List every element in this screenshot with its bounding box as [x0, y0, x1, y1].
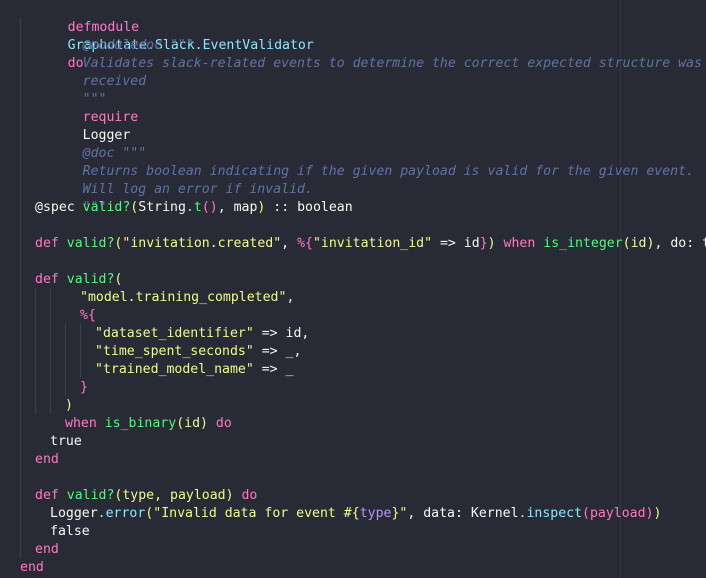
code-bracket: (id) [176, 416, 208, 431]
code-line: @doc """ [35, 127, 147, 161]
code-line: received [35, 55, 147, 89]
code-line: """ [35, 73, 107, 107]
code-line: Validates slack-related events to determ… [35, 37, 702, 71]
code-line: true [50, 433, 82, 451]
code-function: inspect [526, 506, 583, 521]
code-line: ) [65, 397, 73, 415]
code-keyword: end [35, 542, 59, 557]
code-text: => _ [253, 362, 294, 377]
code-line: def valid?(type, payload) do [35, 487, 257, 505]
code-line: """ [35, 181, 107, 215]
code-editor[interactable]: defmodule Graphotate.Slack.EventValidato… [0, 0, 706, 578]
code-text: , [286, 290, 295, 305]
code-keyword: do [241, 488, 258, 503]
code-line: "model.training_completed", [80, 289, 294, 307]
code-function: valid? [66, 488, 115, 503]
code-text: , do: true [654, 236, 706, 251]
code-bracket: () [201, 200, 218, 215]
code-line: } [80, 379, 88, 397]
code-string: "time_spent_seconds" [95, 344, 254, 359]
code-line: def valid?("invitation.created", %{"invi… [35, 235, 706, 253]
code-text: , [281, 236, 298, 251]
code-doc: Will log an error if invalid. [82, 182, 313, 197]
code-string: "dataset_identifier" [95, 326, 254, 341]
code-bracket: ) [653, 506, 662, 521]
code-text: => id [432, 236, 480, 251]
code-function: is_binary [104, 416, 177, 431]
code-text: => _, [253, 344, 302, 359]
code-bracket: (id) [622, 236, 655, 251]
code-literal: false [50, 524, 90, 539]
code-function: is_integer [543, 236, 623, 251]
code-function: t [193, 200, 202, 215]
code-string: "Invalid data for event #{ [153, 506, 360, 521]
code-line: end [35, 451, 59, 469]
code-keyword: require [82, 110, 139, 125]
code-function: valid? [66, 272, 115, 287]
code-doc: Validates slack-related events to determ… [82, 56, 702, 71]
code-bracket: ) [65, 398, 73, 413]
code-line: def valid?( [35, 271, 122, 289]
code-module-name: String [138, 200, 186, 215]
code-text: , map [217, 200, 258, 215]
code-function: valid? [66, 236, 115, 251]
code-line: when is_binary(id) do [65, 415, 232, 433]
code-interpolation: type [359, 506, 392, 521]
code-line: false [50, 523, 90, 541]
code-line: "time_spent_seconds" => _, [95, 343, 301, 361]
code-bracket: ( [114, 272, 123, 287]
code-attribute: @spec [35, 200, 75, 215]
code-string: "model.training_completed" [80, 290, 287, 305]
code-bracket: (type, payload) [114, 488, 234, 503]
code-string: "invitation_id" [312, 236, 433, 251]
code-string: }" [391, 506, 408, 521]
code-keyword: when [65, 416, 97, 431]
code-line: Logger.error("Invalid data for event #{t… [50, 505, 661, 523]
code-keyword: def [35, 488, 59, 503]
code-keyword: def [35, 236, 59, 251]
code-bracket: } [80, 380, 88, 395]
code-line: "dataset_identifier" => id, [95, 325, 309, 343]
code-text: , data: [407, 506, 471, 521]
code-line: end [20, 559, 44, 577]
code-line: %{ [80, 307, 96, 325]
code-string: "trained_model_name" [95, 362, 254, 377]
code-bracket: %{ [80, 308, 96, 323]
code-line: @spec valid?(String.t(), map) :: boolean [35, 199, 353, 217]
code-module-name: Kernel [470, 506, 519, 521]
code-bracket: ) [487, 236, 496, 251]
code-line: Returns boolean indicating if the given … [35, 145, 694, 179]
code-line: defmodule Graphotate.Slack.EventValidato… [20, 1, 314, 71]
code-line: require Logger [35, 91, 139, 143]
code-text: => id, [253, 326, 310, 341]
code-line: Will log an error if invalid. [35, 163, 313, 197]
code-line: @moduledoc """ [35, 19, 194, 53]
code-line: "trained_model_name" => _ [95, 361, 294, 379]
code-bracket: } [479, 236, 488, 251]
code-literal: true [50, 434, 82, 449]
code-string: "invitation.created" [122, 236, 282, 251]
code-function: valid? [82, 200, 131, 215]
code-keyword: when [503, 236, 536, 251]
code-function: error [105, 506, 146, 521]
code-keyword: end [20, 560, 44, 575]
code-line: end [35, 541, 59, 559]
code-keyword: end [35, 452, 59, 467]
code-text: :: boolean [265, 200, 353, 215]
code-keyword: do [215, 416, 232, 431]
code-bracket: (payload) [582, 506, 654, 521]
code-punctuation: . [185, 200, 194, 215]
code-keyword: def [35, 272, 59, 287]
code-bracket: %{ [297, 236, 313, 251]
code-content[interactable]: defmodule Graphotate.Slack.EventValidato… [0, 0, 706, 575]
code-module-name: Logger [50, 506, 98, 521]
code-punctuation: . [97, 506, 106, 521]
